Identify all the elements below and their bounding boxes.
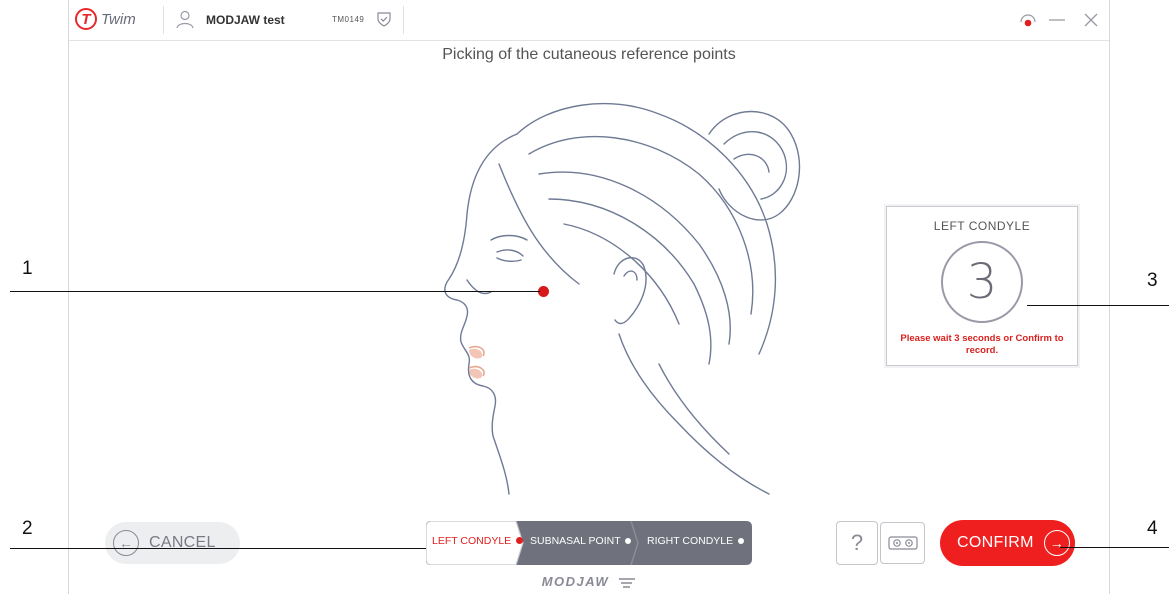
page-title: Picking of the cutaneous reference point…: [442, 46, 736, 63]
camera-icon: [887, 536, 918, 550]
record-icon[interactable]: [1017, 10, 1039, 30]
title-bar: T Twim MODJAW test TM0149: [69, 0, 1109, 41]
step-right-condyle[interactable]: RIGHT CONDYLE: [647, 535, 745, 547]
cancel-label: CANCEL: [149, 534, 216, 551]
arrow-right-icon: →: [1043, 530, 1070, 556]
cancel-button[interactable]: ← CANCEL: [105, 522, 240, 564]
step-progress: LEFT CONDYLE SUBNASAL POINT RIGHT CONDYL…: [426, 521, 752, 565]
close-icon[interactable]: [1081, 10, 1101, 30]
callout-number-3: 3: [1147, 270, 1158, 291]
countdown-message: Please wait 3 seconds or Confirm to reco…: [900, 333, 1064, 356]
patient-id: TM0149: [332, 15, 365, 24]
logo-mark: T: [75, 8, 97, 30]
step-dot: [625, 538, 632, 544]
confirm-label: CONFIRM: [957, 534, 1034, 551]
callout-line-1: [10, 291, 540, 292]
callout-number-1: 1: [22, 258, 33, 279]
logo-text: Twim: [101, 10, 136, 28]
brand-wordmark: MODJAW: [69, 574, 1109, 589]
step-subnasal-point[interactable]: SUBNASAL POINT: [530, 535, 632, 547]
callout-line-2: [10, 548, 426, 549]
divider: [163, 6, 164, 34]
arrow-left-icon: ←: [113, 530, 139, 556]
countdown-card: LEFT CONDYLE 3 Please wait 3 seconds or …: [886, 206, 1078, 366]
countdown-number: 3: [941, 241, 1023, 323]
shield-check-icon[interactable]: [375, 10, 393, 28]
step-label: RIGHT CONDYLE: [647, 535, 734, 547]
app-window: T Twim MODJAW test TM0149 Picking of the…: [68, 0, 1110, 594]
callout-number-4: 4: [1147, 518, 1158, 539]
step-left-condyle[interactable]: LEFT CONDYLE: [432, 535, 524, 547]
divider: [403, 6, 404, 34]
brand-text: MODJAW: [541, 574, 610, 589]
step-dot: [516, 537, 524, 544]
card-title: LEFT CONDYLE: [933, 219, 1031, 233]
confirm-button[interactable]: CONFIRM →: [940, 520, 1075, 566]
step-dot: [738, 538, 745, 544]
step-label: SUBNASAL POINT: [530, 535, 621, 547]
patient-name[interactable]: MODJAW test: [206, 13, 285, 27]
help-button[interactable]: ?: [836, 521, 878, 565]
app-logo: T Twim: [75, 8, 136, 30]
callout-number-2: 2: [22, 518, 33, 539]
head-profile-illustration: [444, 102, 801, 495]
callout-line-4: [1060, 547, 1169, 548]
minimize-icon[interactable]: [1047, 10, 1067, 30]
user-icon: [176, 10, 194, 29]
step-label: LEFT CONDYLE: [432, 535, 512, 547]
callout-line-3: [1027, 305, 1169, 306]
brand-mark-icon: [619, 577, 636, 588]
camera-button[interactable]: [880, 522, 925, 564]
